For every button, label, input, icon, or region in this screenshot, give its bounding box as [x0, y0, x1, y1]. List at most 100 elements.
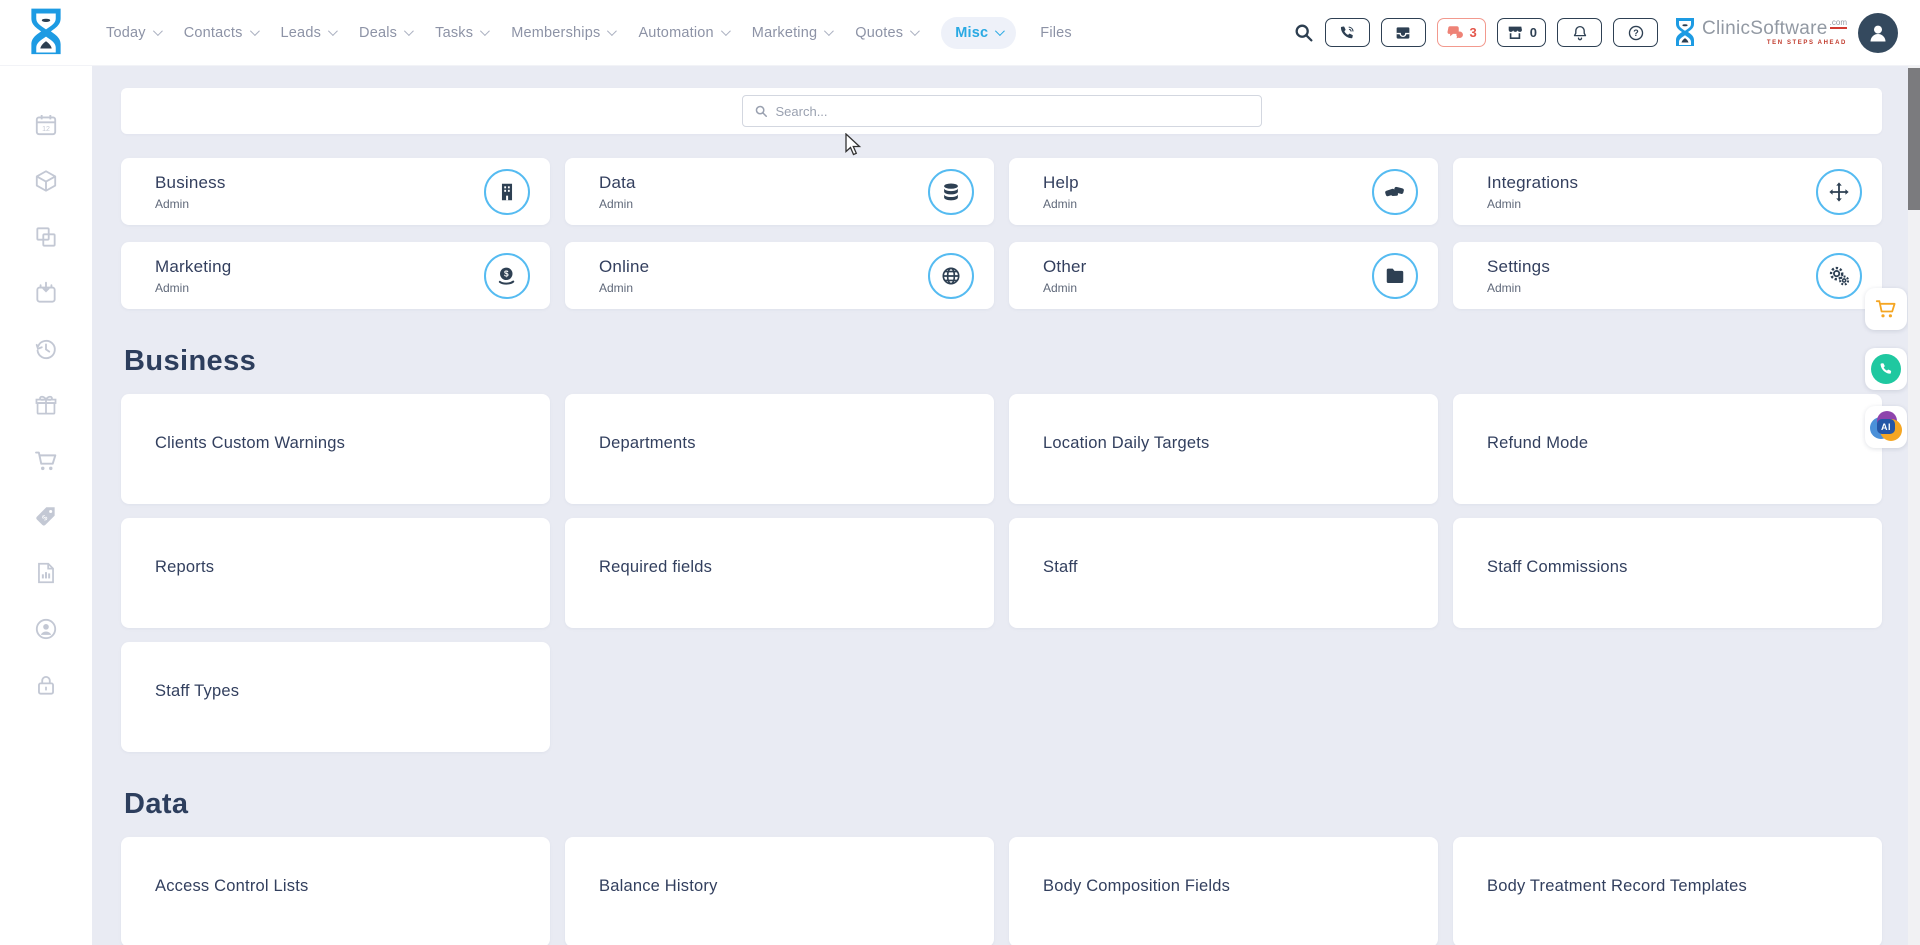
category-title: Marketing	[155, 257, 231, 277]
avatar[interactable]	[1858, 13, 1898, 53]
file-chart-icon	[33, 560, 59, 586]
category-text: Settings Admin	[1487, 257, 1550, 295]
category-card-data[interactable]: Data Admin	[565, 158, 994, 225]
left-sidebar	[0, 66, 92, 945]
section-grid: Access Control Lists Balance History Bod…	[121, 837, 1882, 945]
scrollbar-thumb[interactable]	[1908, 68, 1920, 210]
help-button[interactable]	[1613, 18, 1658, 47]
phone-button[interactable]	[1325, 18, 1370, 47]
main-nav: Today Contacts Leads Deals Tasks Members…	[106, 17, 1072, 49]
lock-icon	[33, 672, 59, 698]
list-item-card[interactable]: Balance History	[565, 837, 994, 945]
ai-assistant-fab[interactable]: AI	[1865, 406, 1907, 448]
category-card-marketing[interactable]: Marketing Admin	[121, 242, 550, 309]
section-data: Data Access Control Lists Balance Histor…	[121, 788, 1882, 945]
nav-item-files[interactable]: Files	[1040, 25, 1072, 41]
category-subtitle: Admin	[155, 281, 231, 295]
section-title: Data	[124, 788, 1882, 821]
notifications-button[interactable]	[1557, 18, 1602, 47]
category-grid: Business Admin Data Admin Help Admin Int…	[121, 158, 1882, 309]
category-text: Help Admin	[1043, 173, 1079, 211]
nav-item-today[interactable]: Today	[106, 25, 160, 41]
category-text: Other Admin	[1043, 257, 1087, 295]
list-item-card[interactable]: Clients Custom Warnings	[121, 394, 550, 504]
category-card-online[interactable]: Online Admin	[565, 242, 994, 309]
list-item-card[interactable]: Staff Commissions	[1453, 518, 1882, 628]
nav-item-leads[interactable]: Leads	[281, 25, 336, 41]
store-count-badge: 0	[1530, 25, 1537, 40]
category-text: Marketing Admin	[155, 257, 231, 295]
sidebar-item-history[interactable]	[33, 336, 59, 362]
category-text: Online Admin	[599, 257, 649, 295]
list-item-card[interactable]: Refund Mode	[1453, 394, 1882, 504]
sidebar-item-lock[interactable]	[33, 672, 59, 698]
list-item-card[interactable]: Required fields	[565, 518, 994, 628]
sidebar-item-file-chart[interactable]	[33, 560, 59, 586]
whatsapp-fab[interactable]	[1865, 348, 1907, 390]
search-icon[interactable]	[1293, 22, 1314, 43]
item-label: Staff Types	[155, 682, 239, 700]
sidebar-item-calendar-in[interactable]	[33, 280, 59, 306]
list-item-card[interactable]: Access Control Lists	[121, 837, 550, 945]
item-label: Body Treatment Record Templates	[1487, 877, 1747, 895]
sidebar-item-calendar[interactable]	[33, 112, 59, 138]
brand-name: ClinicSoftware	[1702, 19, 1828, 38]
list-item-card[interactable]: Departments	[565, 394, 994, 504]
sidebar-item-gift[interactable]	[33, 392, 59, 418]
section-business: Business Clients Custom Warnings Departm…	[121, 345, 1882, 752]
top-header: Today Contacts Leads Deals Tasks Members…	[0, 0, 1920, 66]
category-subtitle: Admin	[1487, 281, 1550, 295]
cube-icon	[33, 168, 59, 194]
nav-item-quotes[interactable]: Quotes	[855, 25, 917, 41]
category-title: Settings	[1487, 257, 1550, 277]
category-card-help[interactable]: Help Admin	[1009, 158, 1438, 225]
nav-item-tasks[interactable]: Tasks	[435, 25, 487, 41]
sidebar-icon-list	[0, 66, 92, 698]
app-logo[interactable]	[0, 7, 92, 59]
inbox-icon	[1394, 24, 1412, 42]
category-text: Data Admin	[599, 173, 636, 211]
handshake-icon	[1372, 169, 1418, 215]
nav-item-misc[interactable]: Misc	[941, 17, 1016, 49]
list-item-card[interactable]: Staff Types	[121, 642, 550, 752]
chevron-down-icon	[721, 26, 731, 36]
item-label: Staff Commissions	[1487, 558, 1628, 576]
folder-icon	[1372, 253, 1418, 299]
sidebar-item-copy[interactable]	[33, 224, 59, 250]
cart-fab[interactable]	[1865, 288, 1907, 330]
list-item-card[interactable]: Reports	[121, 518, 550, 628]
nav-item-memberships[interactable]: Memberships	[511, 25, 614, 41]
category-card-business[interactable]: Business Admin	[121, 158, 550, 225]
nav-item-automation[interactable]: Automation	[638, 25, 727, 41]
sidebar-item-user-circle[interactable]	[33, 616, 59, 642]
list-item-card[interactable]: Location Daily Targets	[1009, 394, 1438, 504]
nav-item-deals[interactable]: Deals	[359, 25, 411, 41]
chat-button[interactable]: 3	[1437, 18, 1486, 47]
brand-row: ClinicSoftware .com	[1702, 19, 1847, 38]
item-label: Refund Mode	[1487, 434, 1588, 452]
chevron-down-icon	[249, 26, 259, 36]
category-card-other[interactable]: Other Admin	[1009, 242, 1438, 309]
move-icon	[1816, 169, 1862, 215]
tag-icon	[33, 504, 59, 530]
scrollbar-track[interactable]	[1908, 66, 1920, 945]
list-item-card[interactable]: Body Composition Fields	[1009, 837, 1438, 945]
category-card-integrations[interactable]: Integrations Admin	[1453, 158, 1882, 225]
list-item-card[interactable]: Staff	[1009, 518, 1438, 628]
item-label: Reports	[155, 558, 214, 576]
search-input-icon	[754, 104, 768, 118]
nav-item-marketing[interactable]: Marketing	[752, 25, 831, 41]
search-input[interactable]	[776, 104, 1250, 119]
sidebar-item-tag[interactable]	[33, 504, 59, 530]
store-button[interactable]: 0	[1497, 18, 1546, 47]
sidebar-item-cart[interactable]	[33, 448, 59, 474]
inbox-button[interactable]	[1381, 18, 1426, 47]
category-card-settings[interactable]: Settings Admin	[1453, 242, 1882, 309]
nav-item-contacts[interactable]: Contacts	[184, 25, 257, 41]
section-grid: Clients Custom Warnings Departments Loca…	[121, 394, 1882, 752]
chevron-down-icon	[995, 26, 1005, 36]
list-item-card[interactable]: Body Treatment Record Templates	[1453, 837, 1882, 945]
sidebar-item-cube[interactable]	[33, 168, 59, 194]
chevron-down-icon	[607, 26, 617, 36]
category-text: Integrations Admin	[1487, 173, 1578, 211]
